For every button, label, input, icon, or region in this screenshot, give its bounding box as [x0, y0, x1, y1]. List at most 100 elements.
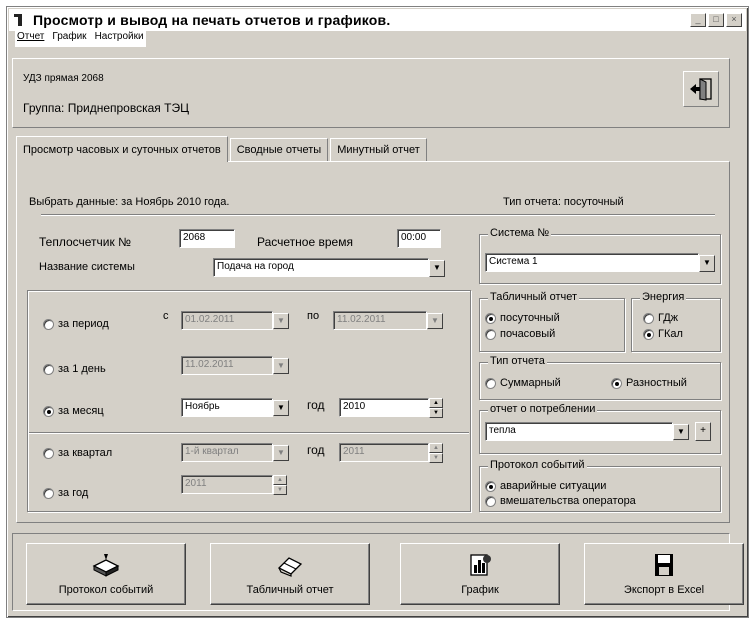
month-year-input[interactable]: 2010 [339, 398, 429, 417]
tab-content: Выбрать данные: за Ноябрь 2010 года. Тип… [16, 161, 730, 523]
radio-difference[interactable]: Разностный [611, 377, 687, 389]
radio-month-dot [43, 405, 54, 417]
radio-operator[interactable]: вмешательства оператора [485, 495, 636, 507]
month-dropdown[interactable]: ▼ [273, 400, 289, 416]
chart-icon [465, 552, 495, 578]
quarter-year-input[interactable]: 2011 [339, 443, 429, 462]
book-icon [91, 552, 121, 578]
period-to-input[interactable]: 11.02.2011 [333, 311, 427, 330]
tab-minute[interactable]: Минутный отчет [330, 138, 427, 162]
menu-settings[interactable]: Настройки [95, 31, 144, 47]
radio-gj-dot [643, 312, 654, 324]
month-year-label: год [307, 398, 325, 412]
group-info: Группа: Приднепровская ТЭЦ [23, 101, 189, 115]
events-log-button[interactable]: Протокол событий [26, 543, 186, 605]
meter-label: Теплосчетчик № [39, 235, 131, 249]
radio-gcal[interactable]: ГКал [643, 328, 683, 340]
graph-label: График [461, 584, 499, 596]
quarter-year-spin-up[interactable]: ▲ [429, 443, 443, 453]
system-group-title: Система № [488, 227, 552, 239]
system-name-button[interactable]: ▼ [429, 260, 445, 277]
period-from-input[interactable]: 01.02.2011 [181, 311, 273, 330]
title-bar[interactable]: Просмотр и вывод на печать отчетов и гра… [9, 9, 746, 31]
radio-gcal-dot [643, 328, 654, 340]
radio-difference-label: Разностный [626, 377, 687, 389]
radio-quarter-label: за квартал [58, 447, 113, 459]
radio-hourly[interactable]: почасовый [485, 328, 555, 340]
table-report-group: Табличный отчет [479, 291, 625, 352]
meter-info: УДЗ прямая 2068 [23, 73, 104, 84]
radio-day[interactable]: за 1 день [43, 363, 106, 375]
quarter-year-spin-down[interactable]: ▼ [429, 453, 443, 463]
radio-quarter[interactable]: за квартал [43, 447, 112, 459]
radio-daily[interactable]: посуточный [485, 312, 560, 324]
month-year-spin-down[interactable]: ▼ [429, 408, 443, 418]
radio-period[interactable]: за период [43, 318, 109, 330]
period-from-dropdown[interactable]: ▼ [273, 313, 289, 329]
radio-hourly-dot [485, 328, 496, 340]
table-report-label: Табличный отчет [246, 584, 334, 596]
period-from-label: с [163, 310, 169, 322]
quarter-dropdown[interactable]: ▼ [273, 445, 289, 461]
table-report-button[interactable]: Табличный отчет [210, 543, 370, 605]
menu-graph[interactable]: График [52, 31, 86, 47]
exit-door-icon [690, 78, 712, 101]
energy-group: Энергия [631, 291, 721, 352]
maximize-button[interactable]: □ [708, 13, 724, 27]
quarter-year-label: год [307, 443, 325, 457]
meter-input[interactable]: 2068 [179, 229, 235, 248]
radio-emergency[interactable]: аварийные ситуации [485, 480, 606, 492]
radio-year-dot [43, 487, 54, 499]
consumption-dropdown[interactable]: ▼ [673, 424, 689, 440]
close-button[interactable]: × [726, 13, 742, 27]
radio-year[interactable]: за год [43, 487, 88, 499]
exit-button[interactable] [683, 71, 719, 107]
system-name-input[interactable]: Подача на город [213, 258, 429, 277]
consumption-title: отчет о потреблении [488, 403, 598, 415]
minimize-button[interactable]: _ [690, 13, 706, 27]
table-report-title: Табличный отчет [488, 291, 580, 303]
calc-time-input[interactable]: 00:00 [397, 229, 441, 248]
radio-month[interactable]: за месяц [43, 405, 104, 417]
radio-daily-label: посуточный [500, 312, 560, 324]
calc-time-label: Расчетное время [257, 235, 353, 249]
menu-report[interactable]: Отчет [17, 31, 44, 47]
radio-gj-label: ГДж [658, 312, 679, 324]
radio-daily-dot [485, 312, 496, 324]
radio-emergency-label: аварийные ситуации [500, 480, 607, 492]
month-select[interactable]: Ноябрь [181, 398, 273, 417]
year-spin-up[interactable]: ▲ [273, 475, 287, 485]
graph-button[interactable]: График [400, 543, 560, 605]
year-input[interactable]: 2011 [181, 475, 273, 494]
tab-strip: Просмотр часовых и суточных отчетов Свод… [16, 136, 429, 162]
system-dropdown[interactable]: ▼ [699, 255, 715, 272]
radio-period-label: за период [58, 318, 109, 330]
radio-day-dot [43, 363, 54, 375]
system-name-label: Название системы [39, 261, 135, 273]
month-year-spin-up[interactable]: ▲ [429, 398, 443, 408]
export-excel-button[interactable]: Экспорт в Excel [584, 543, 744, 605]
period-to-dropdown[interactable]: ▼ [427, 313, 443, 329]
events-title: Протокол событий [488, 459, 587, 471]
energy-title: Энергия [640, 291, 687, 303]
tab-summary[interactable]: Сводные отчеты [229, 138, 329, 162]
menu-bar: Отчет График Настройки [15, 31, 146, 47]
consumption-select[interactable]: тепла [485, 422, 673, 441]
quarter-select[interactable]: 1-й квартал [181, 443, 273, 462]
report-type-title: Тип отчета [488, 355, 547, 367]
system-select[interactable]: Система 1 [485, 253, 699, 272]
radio-gj[interactable]: ГДж [643, 312, 678, 324]
consumption-add-button[interactable]: + [695, 422, 711, 441]
period-to-label: по [307, 310, 320, 322]
radio-period-dot [43, 318, 54, 330]
radio-difference-dot [611, 377, 622, 389]
selected-type-text: Тип отчета: посуточный [503, 196, 624, 208]
day-dropdown[interactable]: ▼ [273, 358, 289, 374]
radio-total[interactable]: Суммарный [485, 377, 561, 389]
radio-total-dot [485, 377, 496, 389]
year-spin-down[interactable]: ▼ [273, 485, 287, 495]
radio-hourly-label: почасовый [500, 328, 556, 340]
info-panel: УДЗ прямая 2068 Группа: Приднепровская Т… [12, 58, 730, 128]
day-input[interactable]: 11.02.2011 [181, 356, 273, 375]
tab-hourly-daily[interactable]: Просмотр часовых и суточных отчетов [16, 136, 228, 162]
